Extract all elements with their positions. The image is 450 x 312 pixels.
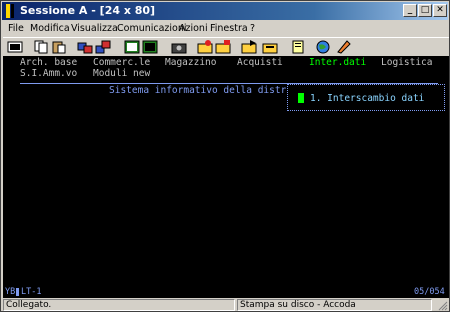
print-screen-icon[interactable] (7, 40, 23, 54)
minimize-button[interactable]: _ (403, 4, 417, 17)
status-bar: Collegato. Stampa su disco - Accoda (2, 298, 449, 312)
window-title: Sessione A - [24 x 80] (20, 4, 156, 17)
connection-status: Collegato. (3, 299, 235, 311)
display-icon[interactable] (124, 40, 140, 54)
paste-icon[interactable] (51, 40, 67, 54)
toolbar (3, 37, 449, 56)
print-status: Stampa su disco - Accoda (237, 299, 432, 311)
macro-play-icon[interactable] (241, 40, 257, 54)
copy-icon[interactable] (33, 40, 49, 54)
oia-indicator: YB (5, 287, 16, 297)
popup-item-interscambio[interactable]: 1. Interscambio dati (310, 93, 424, 104)
clipboard-icon[interactable] (262, 40, 278, 54)
menu-logistica[interactable]: Logistica (381, 57, 432, 68)
oia-cursor-position: 05/054 (414, 287, 445, 297)
menu-moduli-new[interactable]: Moduli new (93, 68, 150, 79)
menu-arch-base[interactable]: Arch. base (20, 57, 77, 68)
menu-azioni[interactable]: Azioni (179, 20, 208, 37)
menu-amm[interactable]: S.I.Amm.vo (20, 68, 77, 79)
oia-line: YB LT-1 05/054 (3, 286, 449, 298)
menu-magazzino[interactable]: Magazzino (165, 57, 216, 68)
menu-visualizza[interactable]: Visualizza (71, 20, 118, 37)
maximize-button[interactable]: □ (418, 4, 432, 17)
system-title: Sistema informativo della distr (109, 85, 287, 96)
emulator-window: Sessione A - [24 x 80] _ □ ✕ File Modifi… (0, 0, 450, 312)
terminal-screen[interactable]: Arch. base Commerc.le Magazzino Acquisti… (3, 56, 449, 286)
app-icon[interactable] (5, 4, 17, 18)
send-icon[interactable] (77, 40, 93, 54)
receive-icon[interactable] (95, 40, 111, 54)
oia-code: LT-1 (21, 287, 42, 297)
menu-inter-dati[interactable]: Inter.dati (309, 57, 366, 68)
camera-icon[interactable] (171, 40, 187, 54)
macro-record-icon[interactable] (197, 40, 213, 54)
title-bar[interactable]: Sessione A - [24 x 80] _ □ ✕ (2, 2, 448, 20)
menu-file[interactable]: File (8, 20, 24, 37)
help-icon[interactable] (335, 40, 351, 54)
menu-comunicazioni[interactable]: Comunicazioni (117, 20, 187, 37)
menu-commerc[interactable]: Commerc.le (93, 57, 150, 68)
resize-grip-icon[interactable] (436, 299, 448, 311)
menu-finestra[interactable]: Finestra (210, 20, 248, 37)
globe-icon[interactable] (315, 40, 331, 54)
menu-acquisti[interactable]: Acquisti (237, 57, 283, 68)
document-icon[interactable] (290, 40, 306, 54)
macro-stop-icon[interactable] (215, 40, 231, 54)
cursor-block (298, 93, 304, 103)
popup-window: 1. Interscambio dati (287, 84, 445, 111)
menu-modifica[interactable]: Modifica (30, 20, 70, 37)
menu-bar: File Modifica Visualizza Comunicazioni A… (3, 20, 449, 37)
menu-help[interactable]: ? (250, 20, 255, 37)
keyboard-icon[interactable] (142, 40, 158, 54)
oia-cursor-mark (16, 288, 19, 296)
close-button[interactable]: ✕ (433, 4, 447, 17)
